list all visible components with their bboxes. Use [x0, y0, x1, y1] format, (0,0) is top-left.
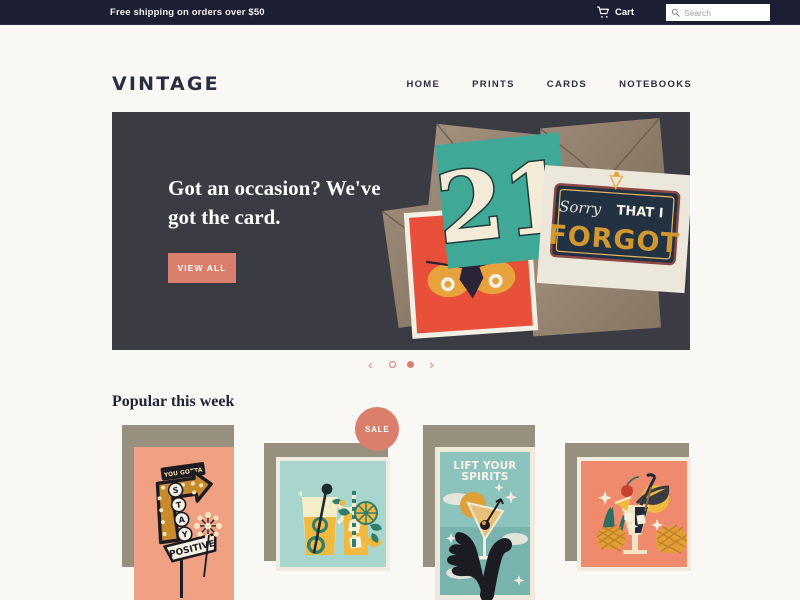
- shipping-message: Free shipping on orders over $50: [110, 7, 265, 18]
- card-artwork-lemonade: [276, 457, 391, 571]
- search-input[interactable]: [684, 7, 764, 18]
- product-grid: YOU GOTTA S T A Y POSITIVE SALE LIFT YOU…: [112, 407, 691, 600]
- hero-product-photo: 21 Sorry THAT I FORGOT: [380, 112, 690, 350]
- card-artwork-tropical-cocktail: [576, 457, 691, 571]
- cart-label: Cart: [614, 7, 634, 18]
- cart-button[interactable]: Cart: [596, 0, 634, 25]
- carousel-dot-2[interactable]: [406, 360, 414, 368]
- product-card-tropical-cocktail[interactable]: [563, 425, 691, 600]
- site-header: VINTAGE HOME PRINTS CARDS NOTEBOOKS: [0, 25, 800, 112]
- hero-banner: Got an occasion? We've got the card. VIE…: [112, 112, 690, 350]
- product-card-stay-positive[interactable]: YOU GOTTA S T A Y POSITIVE: [112, 425, 239, 600]
- nav-item-home[interactable]: HOME: [406, 79, 440, 90]
- nav-item-cards[interactable]: CARDS: [547, 79, 587, 90]
- hero-headline: Got an occasion? We've got the card.: [168, 176, 381, 229]
- card-artwork-stay-positive: YOU GOTTA S T A Y POSITIVE: [134, 447, 234, 600]
- product-card-lift-your-spirits[interactable]: LIFT YOUR SPIRITS: [413, 425, 540, 600]
- chevron-right-icon[interactable]: ›: [430, 358, 434, 371]
- carousel-dot-1[interactable]: [388, 360, 396, 368]
- svg-text:SPIRITS: SPIRITS: [461, 471, 508, 483]
- shopping-cart-icon: [596, 6, 610, 19]
- nav-item-notebooks[interactable]: NOTEBOOKS: [619, 79, 692, 90]
- product-card-lemonade[interactable]: SALE: [262, 407, 400, 600]
- chevron-left-icon[interactable]: ‹: [368, 358, 372, 371]
- nav-item-prints[interactable]: PRINTS: [472, 79, 515, 90]
- hero-carousel-controls: ‹ ›: [112, 352, 690, 376]
- main-navigation: HOME PRINTS CARDS NOTEBOOKS: [406, 79, 692, 90]
- carousel-dots: [388, 360, 414, 368]
- search-icon: [671, 8, 680, 17]
- sale-badge: SALE: [355, 407, 400, 451]
- view-all-button[interactable]: VIEW ALL: [168, 253, 236, 283]
- svg-text:Sorry: Sorry: [559, 197, 603, 218]
- announcement-bar: Free shipping on orders over $50 Cart: [0, 0, 800, 25]
- site-logo[interactable]: VINTAGE: [112, 73, 220, 95]
- card-artwork-lift-your-spirits: LIFT YOUR SPIRITS: [434, 447, 535, 600]
- popular-section-title: Popular this week: [112, 393, 235, 410]
- search-box[interactable]: [666, 4, 770, 21]
